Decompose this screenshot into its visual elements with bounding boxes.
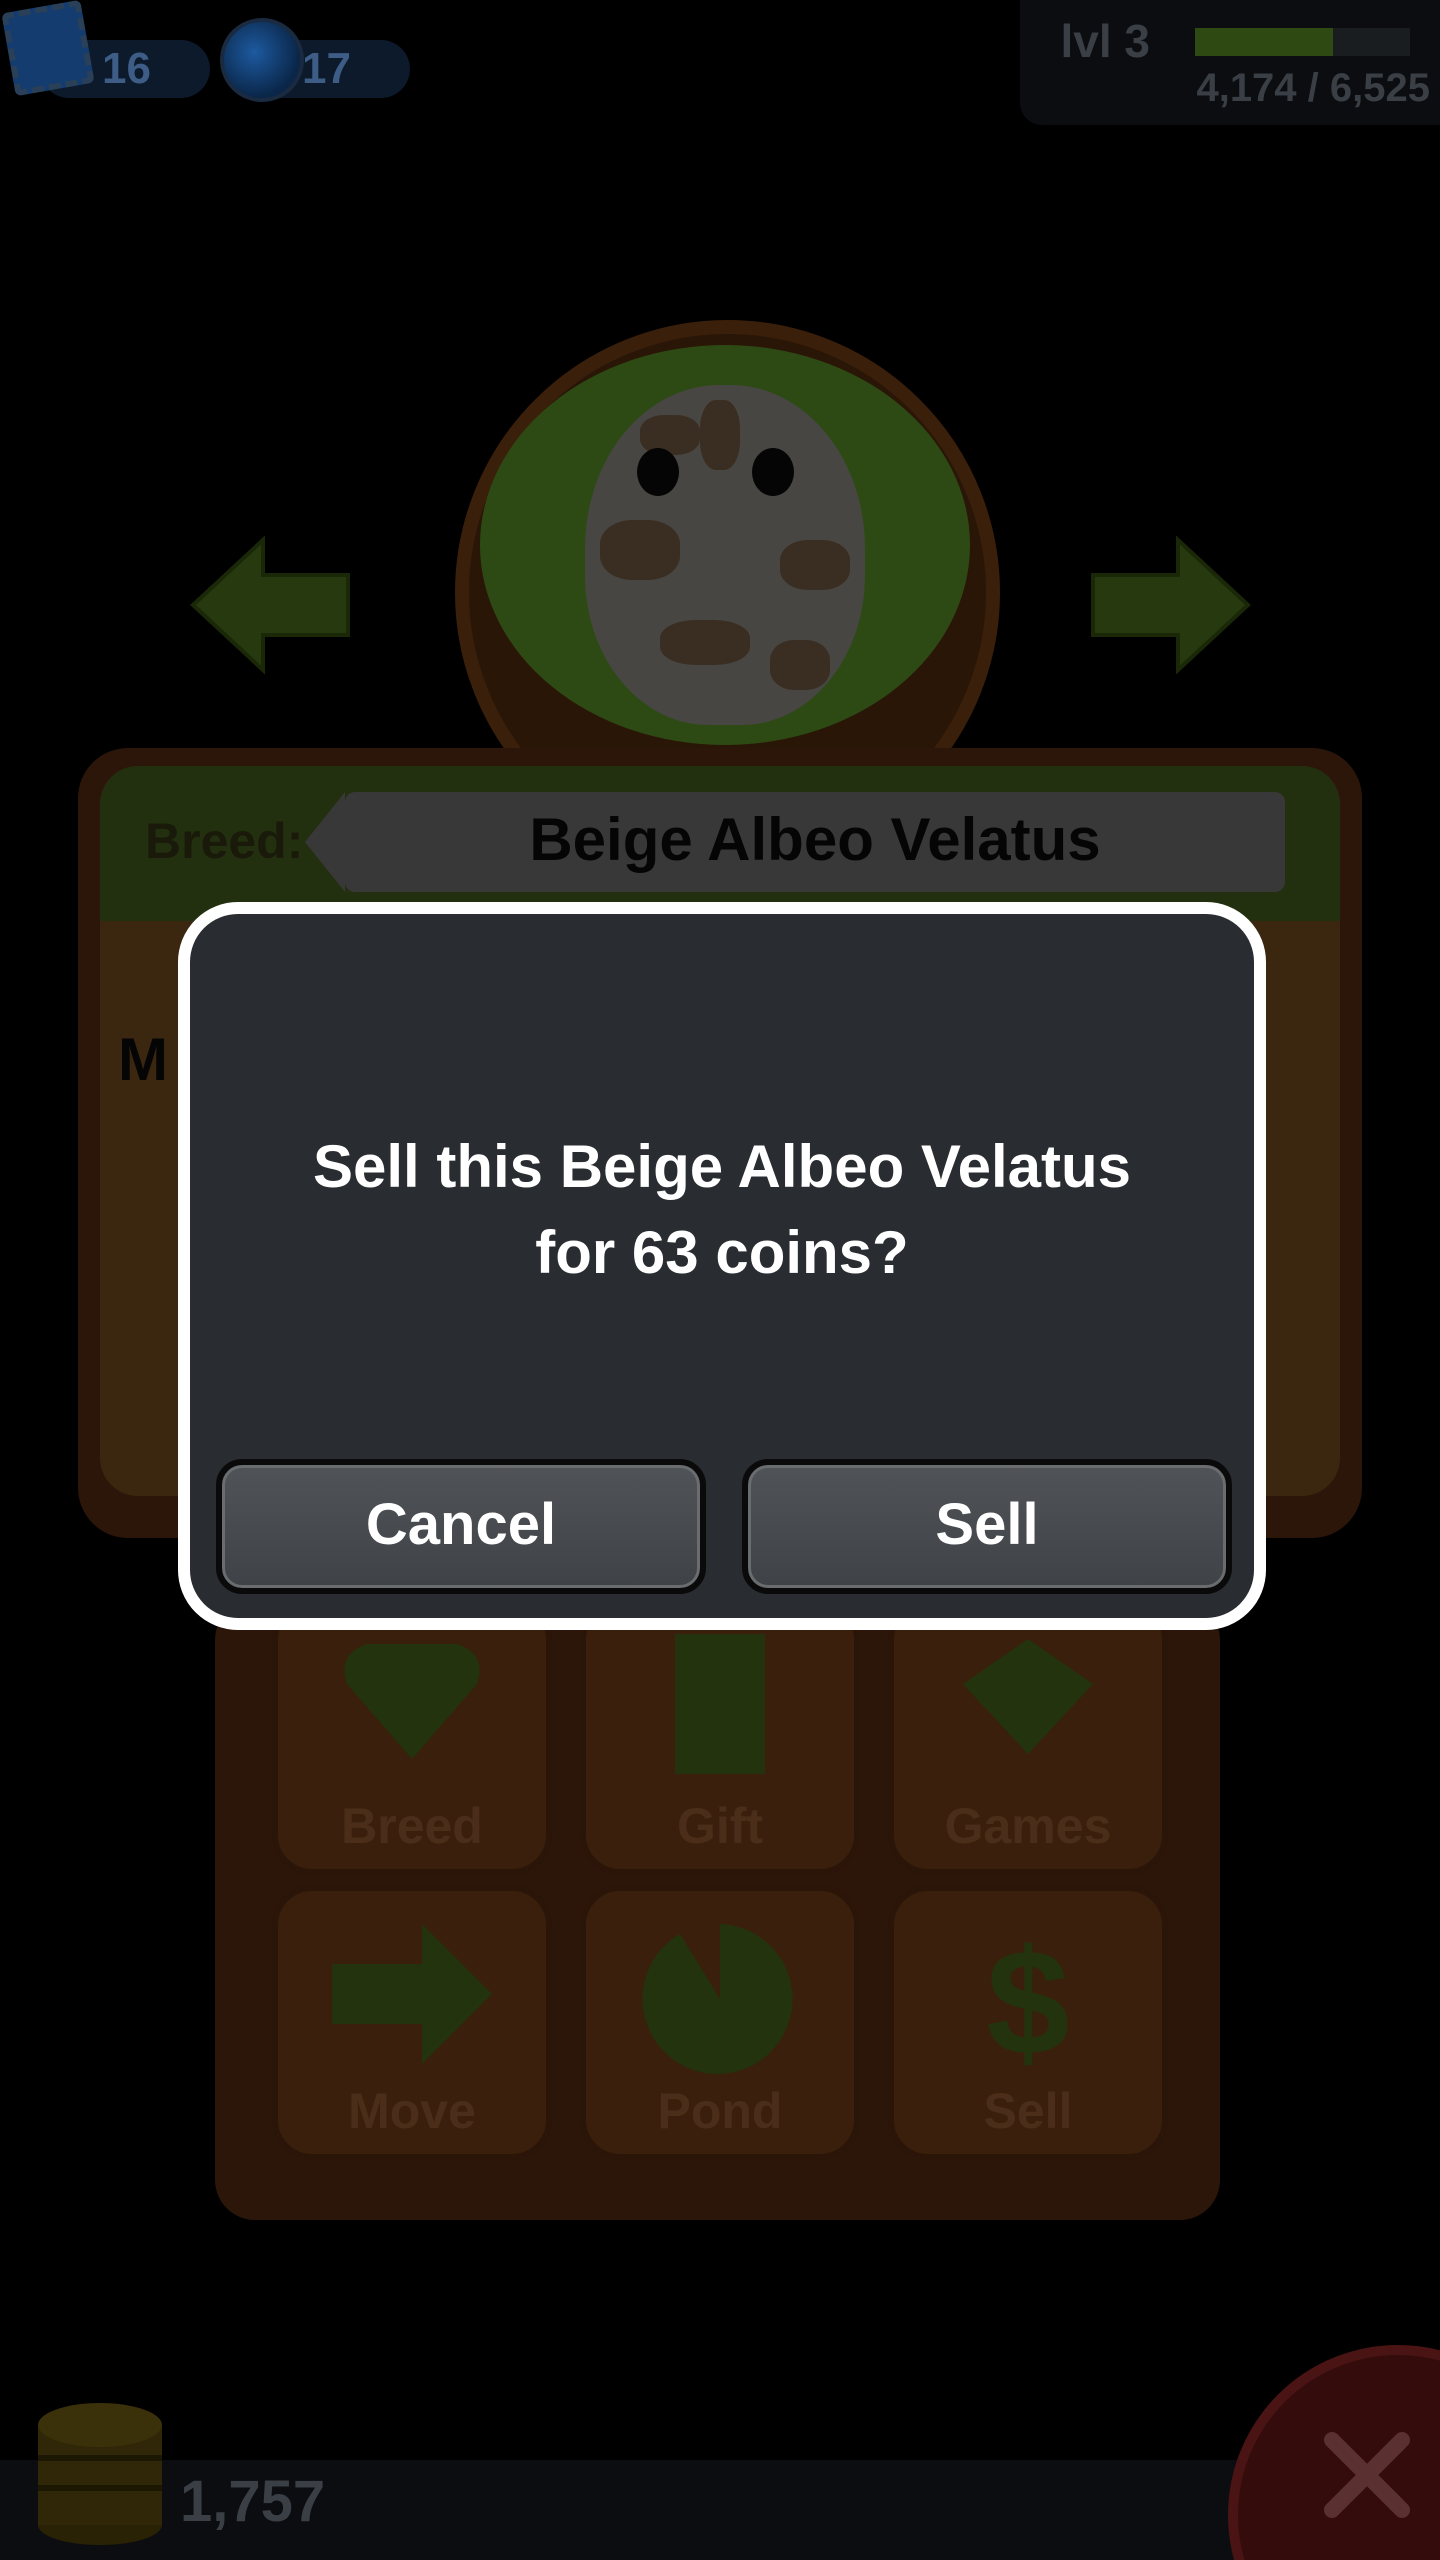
sell-button[interactable]: Sell (742, 1459, 1232, 1594)
action-label: Games (944, 1798, 1112, 1854)
move-action-button[interactable]: Move (272, 1885, 552, 2160)
dialog-message: Sell this Beige Albeo Velatus for 63 coi… (190, 1124, 1254, 1296)
lily-pad-icon (642, 1924, 793, 2074)
action-label: Sell (983, 2083, 1073, 2139)
breed-action-button[interactable]: Breed (272, 1600, 552, 1875)
svg-text:$: $ (986, 1919, 1069, 2079)
gift-action-button[interactable]: Gift (580, 1600, 860, 1875)
gem-icon (220, 18, 304, 102)
close-icon (1324, 2432, 1410, 2518)
stamp-icon (1, 0, 95, 97)
xp-text: 4,174 / 6,525 (1196, 66, 1430, 110)
gift-icon (675, 1634, 765, 1774)
level-label: lvl 3 (1060, 15, 1150, 67)
heart-icon (344, 1644, 480, 1759)
partial-info-text: M (118, 1026, 168, 1093)
previous-frog-arrow-icon[interactable] (188, 535, 353, 675)
next-frog-arrow-icon[interactable] (1088, 535, 1253, 675)
action-label: Move (348, 2083, 476, 2139)
pond-action-button[interactable]: Pond (580, 1885, 860, 2160)
arrow-right-icon (332, 1924, 492, 2064)
action-label: Breed (341, 1798, 483, 1854)
dialog-message-line2: for 63 coins? (535, 1219, 909, 1286)
spinning-top-icon (963, 1639, 1093, 1754)
stamps-count: 16 (102, 44, 151, 93)
breed-name: Beige Albeo Velatus (529, 806, 1101, 873)
gems-count: 17 (302, 44, 351, 93)
games-action-button[interactable]: Games (888, 1600, 1168, 1875)
coin-stack-icon (38, 2403, 162, 2545)
xp-progress-fill (1195, 28, 1333, 56)
coins-count: 1,757 (180, 2469, 326, 2534)
sell-confirm-dialog: Sell this Beige Albeo Velatus for 63 coi… (178, 902, 1266, 1630)
action-label: Gift (676, 1798, 764, 1854)
cancel-button[interactable]: Cancel (216, 1459, 706, 1594)
game-screen: 16 17 lvl 3 4,174 / 6,525 Breed: Beige A… (0, 0, 1440, 2560)
xp-progress-bar (1195, 28, 1410, 56)
dialog-message-line1: Sell this Beige Albeo Velatus (312, 1133, 1132, 1200)
breed-label: Breed: (145, 813, 304, 869)
sell-action-button[interactable]: $ Sell (888, 1885, 1168, 2160)
dollar-icon: $ (986, 1919, 1069, 2079)
action-label: Pond (657, 2083, 783, 2139)
